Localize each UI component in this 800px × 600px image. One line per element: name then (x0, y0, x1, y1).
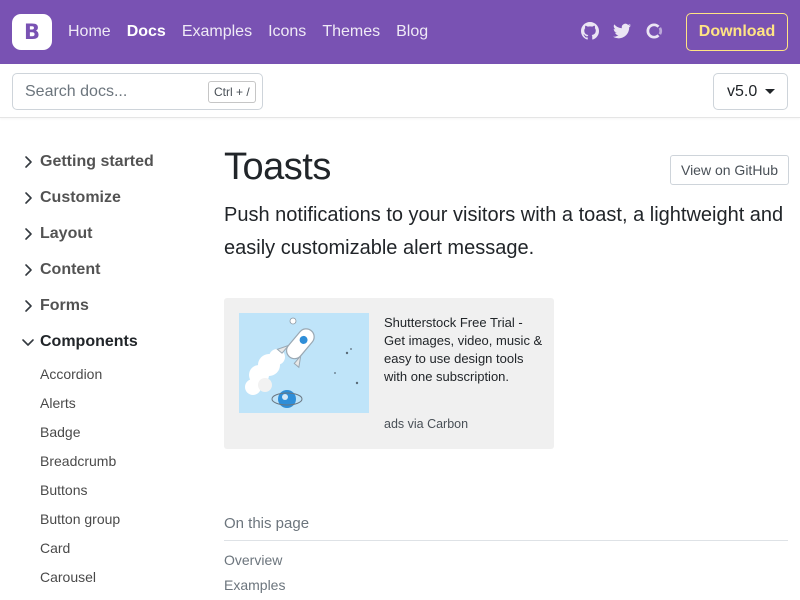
version-dropdown[interactable]: v5.0 (713, 73, 788, 110)
sidebar-section-label: Getting started (40, 153, 154, 170)
sidebar-item-alerts[interactable]: Alerts (40, 395, 76, 411)
toc-link-examples[interactable]: Examples (224, 577, 285, 593)
sidebar-item-buttons[interactable]: Buttons (40, 482, 87, 498)
nav-link-home[interactable]: Home (68, 23, 111, 41)
version-label: v5.0 (727, 82, 758, 100)
github-icon[interactable] (581, 22, 599, 40)
ad-poweredby-link[interactable]: ads via Carbon (384, 417, 468, 431)
chevron-right-icon (25, 228, 32, 240)
sidebar-section-getting-started[interactable]: Getting started (20, 150, 154, 174)
sidebar-section-label: Layout (40, 225, 93, 242)
ad-text[interactable]: Shutterstock Free Trial - Get images, vi… (384, 314, 544, 386)
search-box[interactable]: Ctrl + / (12, 73, 263, 110)
brand-letter: B (23, 20, 40, 44)
search-shortcut-hint: Ctrl + / (208, 81, 256, 103)
chevron-right-icon (25, 156, 32, 168)
chevron-right-icon (25, 264, 32, 276)
nav-link-docs[interactable]: Docs (127, 23, 166, 41)
opencollective-icon[interactable] (645, 22, 663, 40)
sidebar-section-customize[interactable]: Customize (20, 186, 121, 210)
bootstrap-logo[interactable]: B (12, 14, 52, 50)
top-navbar: B Home Docs Examples Icons Themes Blog D… (0, 0, 800, 64)
download-button[interactable]: Download (686, 13, 788, 51)
sidebar-section-label: Customize (40, 189, 121, 206)
ad-image[interactable] (239, 313, 369, 413)
twitter-icon[interactable] (613, 22, 631, 40)
page-title: Toasts (224, 146, 331, 188)
toc-divider (224, 540, 788, 541)
sidebar-item-carousel[interactable]: Carousel (40, 569, 96, 585)
caret-down-icon (765, 89, 775, 94)
sidebar-item-badge[interactable]: Badge (40, 424, 80, 440)
nav-link-themes[interactable]: Themes (322, 23, 380, 41)
sidebar-section-label: Forms (40, 297, 89, 314)
sidebar-item-breadcrumb[interactable]: Breadcrumb (40, 453, 116, 469)
nav-link-blog[interactable]: Blog (396, 23, 428, 41)
sidebar-section-forms[interactable]: Forms (20, 294, 89, 318)
sidebar-section-label: Components (40, 333, 138, 350)
sidebar-section-components[interactable]: Components (20, 330, 138, 354)
docs-subnav: Ctrl + / v5.0 (0, 64, 800, 118)
sidebar-item-button-group[interactable]: Button group (40, 511, 120, 527)
toc-link-overview[interactable]: Overview (224, 552, 282, 568)
sidebar-item-card[interactable]: Card (40, 540, 70, 556)
nav-link-examples[interactable]: Examples (182, 23, 252, 41)
main-nav: Home Docs Examples Icons Themes Blog (68, 0, 444, 64)
search-input[interactable] (13, 74, 203, 109)
chevron-right-icon (25, 300, 32, 312)
sidebar-section-layout[interactable]: Layout (20, 222, 92, 246)
view-on-github-button[interactable]: View on GitHub (670, 155, 789, 185)
rocket-illustration-icon (239, 313, 369, 413)
sidebar-section-content[interactable]: Content (20, 258, 100, 282)
page-lead: Push notifications to your visitors with… (224, 204, 784, 259)
toc-title: On this page (224, 515, 310, 532)
carbon-ad: Shutterstock Free Trial - Get images, vi… (224, 298, 554, 449)
sidebar-section-label: Content (40, 261, 101, 278)
nav-link-icons[interactable]: Icons (268, 23, 306, 41)
sidebar-item-accordion[interactable]: Accordion (40, 366, 102, 382)
chevron-right-icon (25, 192, 32, 204)
chevron-down-icon (22, 339, 34, 346)
